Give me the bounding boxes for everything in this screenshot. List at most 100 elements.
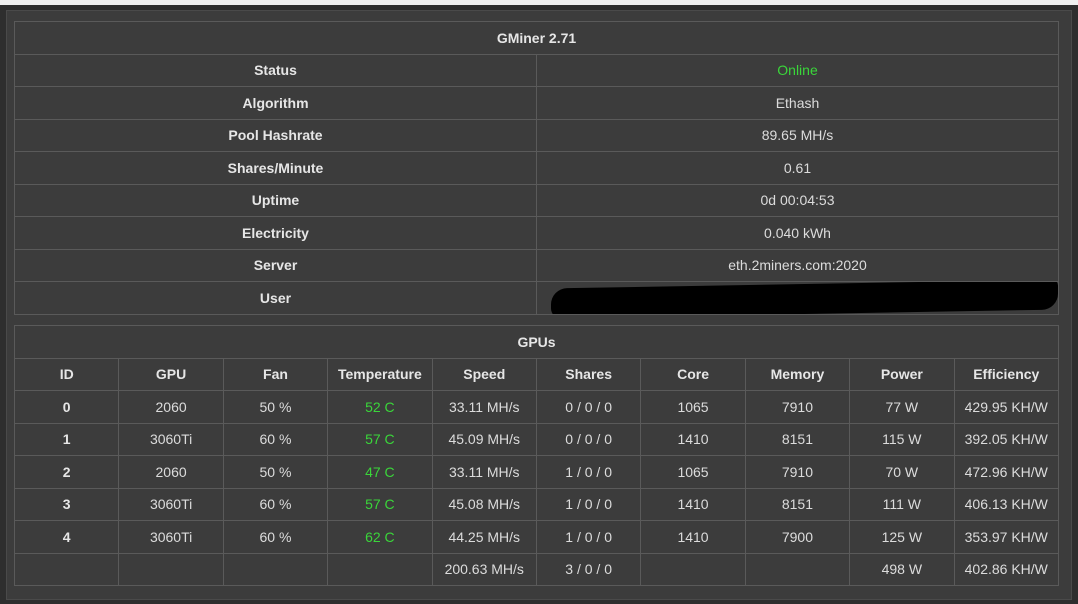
total-memory-empty: [744, 552, 851, 586]
header-power: Power: [849, 357, 955, 391]
gpu-core: 1065: [640, 390, 746, 424]
header-temperature: Temperature: [327, 357, 433, 391]
gpu-shares: 0 / 0 / 0: [535, 390, 642, 424]
total-fan-empty: [222, 552, 329, 586]
gpu-fan: 50 %: [222, 455, 329, 489]
gpu-speed: 44.25 MH/s: [431, 520, 537, 554]
info-row-server: Server eth.2miners.com:2020: [14, 248, 1059, 282]
gpu-speed: 33.11 MH/s: [431, 390, 537, 424]
gpu-memory: 7900: [744, 520, 851, 554]
gpu-fan: 50 %: [222, 390, 329, 424]
server-label: Server: [14, 248, 537, 282]
gpu-model: 2060: [118, 455, 224, 489]
status-value: Online: [536, 53, 1059, 87]
info-row-pool-hashrate: Pool Hashrate 89.65 MH/s: [14, 118, 1059, 152]
info-row-algorithm: Algorithm Ethash: [14, 86, 1059, 120]
shares-minute-value: 0.61: [536, 151, 1059, 185]
gpu-power: 70 W: [849, 455, 955, 489]
gpu-model: 3060Ti: [118, 422, 224, 456]
gpu-efficiency: 353.97 KH/W: [953, 520, 1060, 554]
pool-hashrate-label: Pool Hashrate: [14, 118, 537, 152]
miner-info-table: GMiner 2.71 Status Online Algorithm Etha…: [14, 21, 1059, 315]
gpu-power: 115 W: [849, 422, 955, 456]
gpu-memory: 7910: [744, 390, 851, 424]
info-row-shares-minute: Shares/Minute 0.61: [14, 151, 1059, 185]
header-efficiency: Efficiency: [953, 357, 1060, 391]
gpu-power: 125 W: [849, 520, 955, 554]
header-id: ID: [13, 357, 120, 391]
gpu-temperature: 52 C: [327, 390, 433, 424]
gpu-temperature: 62 C: [327, 520, 433, 554]
gpu-id: 0: [13, 390, 120, 424]
info-row-electricity: Electricity 0.040 kWh: [14, 216, 1059, 250]
table-row: 1 3060Ti 60 % 57 C 45.09 MH/s 0 / 0 / 0 …: [13, 422, 1060, 456]
gpu-model: 2060: [118, 390, 224, 424]
total-gpu-empty: [118, 552, 224, 586]
gpu-core: 1065: [640, 455, 746, 489]
header-fan: Fan: [222, 357, 329, 391]
table-row: 2 2060 50 % 47 C 33.11 MH/s 1 / 0 / 0 10…: [13, 455, 1060, 489]
header-speed: Speed: [431, 357, 537, 391]
info-title-row: GMiner 2.71: [14, 21, 1059, 55]
table-row: 3 3060Ti 60 % 57 C 45.08 MH/s 1 / 0 / 0 …: [13, 487, 1060, 521]
gpu-temperature: 47 C: [327, 455, 433, 489]
gpu-memory: 8151: [744, 487, 851, 521]
header-gpu: GPU: [118, 357, 224, 391]
total-id-empty: [13, 552, 120, 586]
gpu-memory: 7910: [744, 455, 851, 489]
electricity-value: 0.040 kWh: [536, 216, 1059, 250]
table-row: 4 3060Ti 60 % 62 C 44.25 MH/s 1 / 0 / 0 …: [13, 520, 1060, 554]
gpu-shares: 0 / 0 / 0: [535, 422, 642, 456]
gpu-power: 77 W: [849, 390, 955, 424]
user-value: [536, 281, 1059, 315]
gpu-speed: 33.11 MH/s: [431, 455, 537, 489]
server-value: eth.2miners.com:2020: [536, 248, 1059, 282]
gpu-fan: 60 %: [222, 520, 329, 554]
gpu-id: 4: [13, 520, 120, 554]
total-speed: 200.63 MH/s: [431, 552, 537, 586]
totals-row: 200.63 MH/s 3 / 0 / 0 498 W 402.86 KH/W: [13, 552, 1060, 586]
gpu-shares: 1 / 0 / 0: [535, 520, 642, 554]
gpu-speed: 45.09 MH/s: [431, 422, 537, 456]
gpu-id: 3: [13, 487, 120, 521]
gpu-efficiency: 472.96 KH/W: [953, 455, 1060, 489]
gpu-fan: 60 %: [222, 422, 329, 456]
shares-minute-label: Shares/Minute: [14, 151, 537, 185]
gpu-header-row: ID GPU Fan Temperature Speed Shares Core…: [13, 357, 1060, 391]
gpu-core: 1410: [640, 520, 746, 554]
header-memory: Memory: [744, 357, 851, 391]
status-label: Status: [14, 53, 537, 87]
header-shares: Shares: [535, 357, 642, 391]
gpu-speed: 45.08 MH/s: [431, 487, 537, 521]
gpu-core: 1410: [640, 487, 746, 521]
gpu-temperature: 57 C: [327, 487, 433, 521]
uptime-value: 0d 00:04:53: [536, 183, 1059, 217]
gpu-id: 1: [13, 422, 120, 456]
algorithm-label: Algorithm: [14, 86, 537, 120]
gpu-shares: 1 / 0 / 0: [535, 455, 642, 489]
total-shares: 3 / 0 / 0: [535, 552, 642, 586]
gpu-temperature: 57 C: [327, 422, 433, 456]
algorithm-value: Ethash: [536, 86, 1059, 120]
total-efficiency: 402.86 KH/W: [953, 552, 1060, 586]
gpu-memory: 8151: [744, 422, 851, 456]
browser-top-edge: [0, 0, 1078, 5]
gpu-shares: 1 / 0 / 0: [535, 487, 642, 521]
gpu-power: 111 W: [849, 487, 955, 521]
table-row: 0 2060 50 % 52 C 33.11 MH/s 0 / 0 / 0 10…: [13, 390, 1060, 424]
user-label: User: [14, 281, 537, 315]
total-temp-empty: [327, 552, 433, 586]
uptime-label: Uptime: [14, 183, 537, 217]
gpu-model: 3060Ti: [118, 487, 224, 521]
gpu-model: 3060Ti: [118, 520, 224, 554]
electricity-label: Electricity: [14, 216, 537, 250]
gpu-fan: 60 %: [222, 487, 329, 521]
gpu-core: 1410: [640, 422, 746, 456]
gpu-title-row: GPUs: [14, 325, 1059, 359]
total-core-empty: [640, 552, 746, 586]
gpu-table: GPUs ID GPU Fan Temperature Speed Shares…: [13, 325, 1060, 586]
info-row-status: Status Online: [14, 53, 1059, 87]
gpu-id: 2: [13, 455, 120, 489]
info-row-user: User: [14, 281, 1059, 315]
gpu-efficiency: 429.95 KH/W: [953, 390, 1060, 424]
